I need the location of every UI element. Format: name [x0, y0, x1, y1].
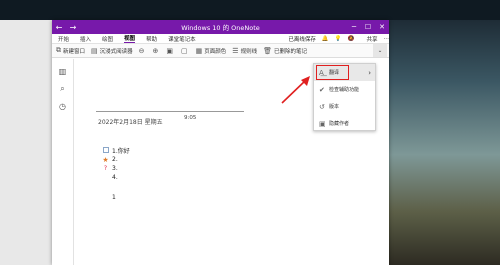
tab-insert[interactable]: 插入: [80, 35, 91, 43]
save-status: 已离线保存: [288, 36, 316, 43]
zoom-100-button[interactable]: ▣: [166, 47, 175, 55]
zoom-in-button[interactable]: ⊕: [153, 47, 161, 55]
page-date: 2022年2月18日 星期五: [98, 119, 163, 126]
bulb-icon[interactable]: 💡: [335, 36, 342, 42]
page-width-button[interactable]: ▢: [181, 47, 190, 55]
maximize-icon[interactable]: ☐: [361, 23, 375, 31]
page-color-button[interactable]: ▦ 页面颜色: [196, 47, 227, 55]
menu-item-versions[interactable]: ↺ 版本: [314, 98, 375, 115]
immersive-reader-label: 沉浸式阅读器: [99, 48, 133, 55]
list-item-text: 1.你好: [112, 148, 130, 155]
recent-icon[interactable]: ◷: [52, 102, 73, 111]
new-window-label: 新建窗口: [63, 48, 86, 55]
immersive-reader-button[interactable]: ▤ 沉浸式阅读器: [91, 47, 133, 55]
zoom-100-icon: ▣: [166, 46, 174, 55]
note-text-line: 1: [112, 194, 116, 201]
rule-lines-label: 规则线: [240, 48, 258, 55]
checkbox-icon[interactable]: [99, 146, 112, 155]
list-item-text: 4.: [112, 174, 118, 181]
tab-class-notebook[interactable]: 课堂笔记本: [168, 35, 196, 43]
tab-view[interactable]: 视图: [124, 34, 136, 43]
chevron-right-icon: ›: [368, 68, 371, 77]
list-item-text: 2.: [112, 156, 118, 163]
page-width-icon: ▢: [181, 46, 188, 55]
desktop-left: [0, 20, 52, 265]
deleted-notes-label: 已删除的笔记: [273, 48, 307, 55]
left-navigation-rail: ▥ ⌕ ◷: [52, 59, 74, 265]
page-time: 9:05: [184, 115, 197, 121]
menu-item-hide-authors[interactable]: ▣ 隐藏作者: [314, 115, 375, 132]
page-color-label: 页面颜色: [204, 48, 227, 55]
title-bar: ← → Windows 10 的 OneNote ─ ☐ ✕: [52, 20, 389, 34]
more-options-button[interactable]: ⌄: [373, 44, 387, 57]
trash-icon: 🗑: [263, 46, 272, 55]
rule-lines-button[interactable]: ☰ 规则线: [232, 47, 257, 55]
menu-item-label: 隐藏作者: [329, 121, 350, 127]
list-item[interactable]: ★ 2.: [99, 155, 130, 164]
list-item[interactable]: 1.你好: [99, 146, 130, 155]
question-icon: ?: [103, 165, 108, 172]
rule-lines-icon: ☰: [232, 46, 239, 55]
onenote-window: ← → Windows 10 的 OneNote ─ ☐ ✕ 开始 插入 绘图 …: [52, 20, 389, 265]
new-window-button[interactable]: ⧉ 新建窗口: [56, 46, 85, 55]
page-color-icon: ▦: [195, 46, 203, 55]
menu-item-label: 版本: [329, 104, 340, 110]
ellipsis-icon[interactable]: ⋯: [384, 36, 390, 42]
note-list: 1.你好 ★ 2. ? 3. 4.: [99, 146, 130, 182]
reader-icon: ▤: [91, 46, 98, 55]
menu-bar: 开始 插入 绘图 视图 帮助 课堂笔记本 已离线保存 🔔 💡 🔕 共享 ⋯: [52, 34, 389, 44]
menu-item-accessibility[interactable]: ✔ 检查辅助功能: [314, 81, 375, 98]
highlight-box: [316, 65, 349, 80]
zoom-out-button[interactable]: ⊖: [139, 47, 147, 55]
accessibility-icon: ✔: [319, 85, 325, 94]
chevron-down-icon: ⌄: [377, 47, 383, 54]
list-item-text: 3.: [112, 165, 118, 172]
tab-draw[interactable]: 绘图: [102, 35, 113, 43]
bell-icon[interactable]: 🔕: [348, 36, 355, 42]
history-icon: ↺: [319, 102, 325, 111]
deleted-notes-button[interactable]: 🗑 已删除的笔记: [263, 47, 307, 55]
notebooks-icon[interactable]: ▥: [52, 67, 73, 76]
new-window-icon: ⧉: [56, 46, 61, 54]
window-title: Windows 10 的 OneNote: [181, 24, 260, 32]
share-button[interactable]: 共享: [360, 35, 377, 43]
search-icon[interactable]: ⌕: [52, 84, 73, 94]
title-line: [96, 111, 244, 112]
zoom-out-icon: ⊖: [138, 46, 145, 55]
minimize-icon[interactable]: ─: [347, 23, 361, 31]
ribbon-toolbar: ⧉ 新建窗口 ▤ 沉浸式阅读器 ⊖ ⊕ ▣ ▢ ▦ 页面颜色 ☰ 规则线 🗑 已删除的笔记…: [52, 44, 389, 58]
author-icon: ▣: [319, 119, 326, 128]
desktop-wallpaper: [388, 20, 500, 265]
share-label: 共享: [366, 36, 378, 43]
desktop-top: [0, 0, 500, 20]
notification-icon[interactable]: 🔔: [322, 36, 329, 42]
list-item[interactable]: 4.: [99, 173, 130, 182]
zoom-in-icon: ⊕: [152, 46, 159, 55]
list-item[interactable]: ? 3.: [99, 164, 130, 173]
close-icon[interactable]: ✕: [375, 23, 389, 31]
tab-home[interactable]: 开始: [58, 35, 69, 43]
tab-help[interactable]: 帮助: [146, 35, 157, 43]
star-icon: ★: [102, 155, 109, 164]
menu-item-label: 检查辅助功能: [329, 87, 360, 93]
